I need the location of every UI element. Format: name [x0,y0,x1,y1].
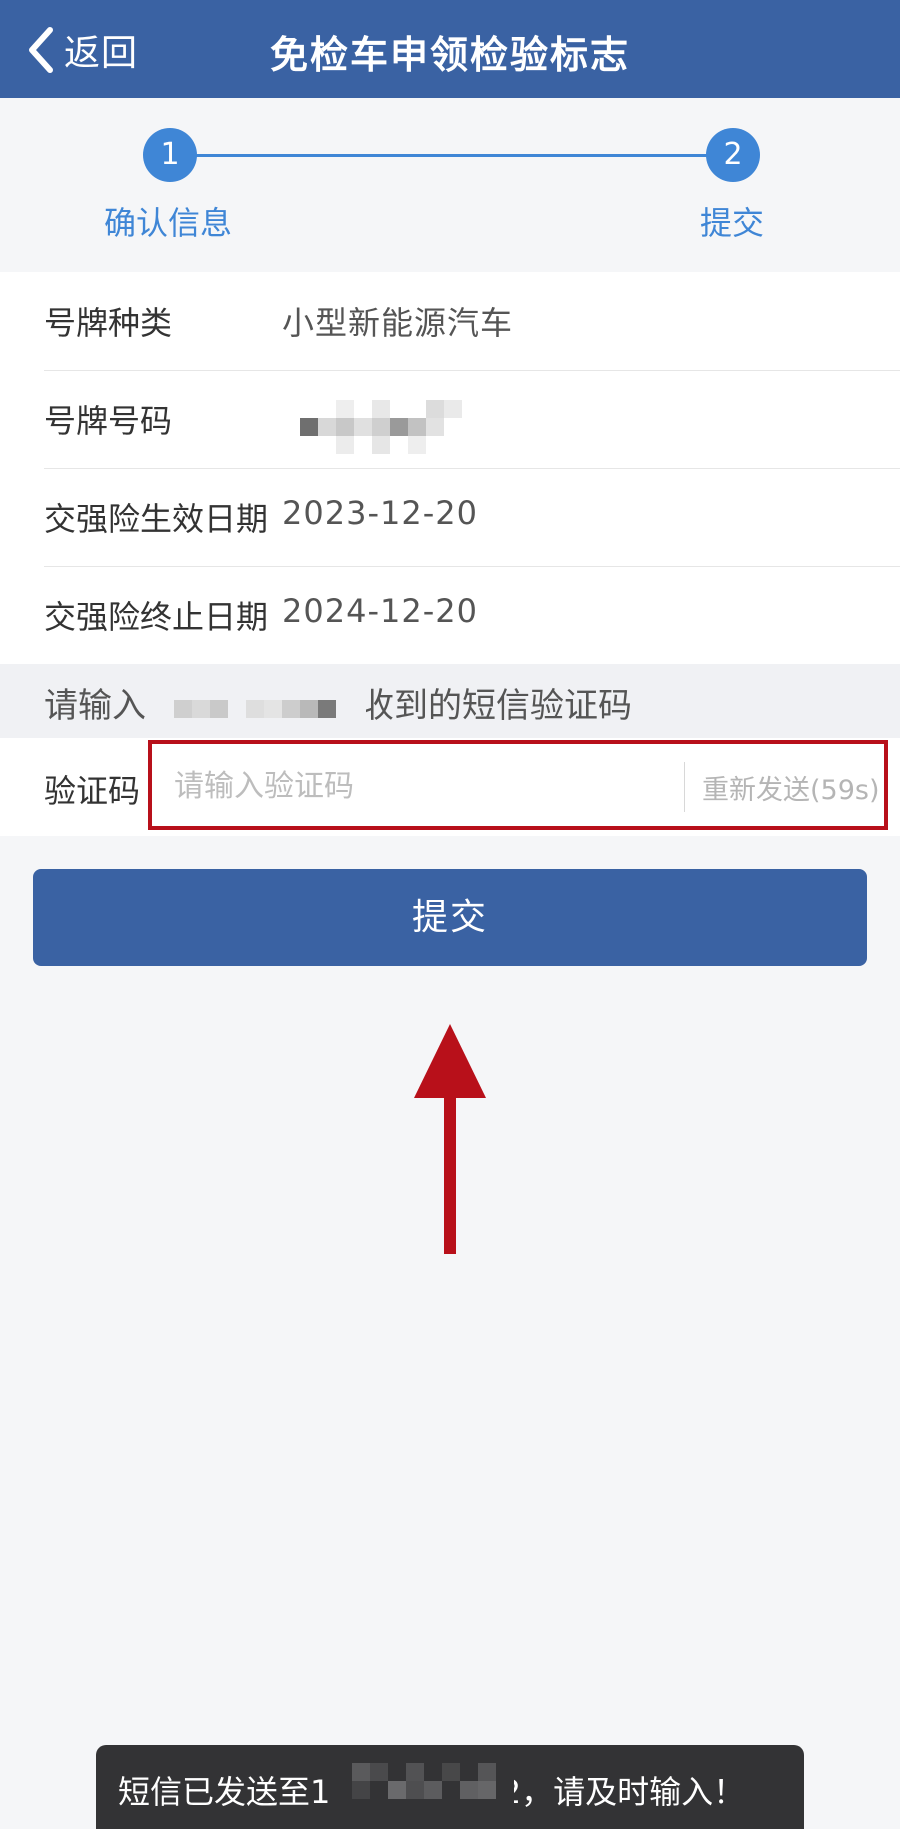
plate-type-value: 小型新能源汽车 [282,304,514,342]
phone-redaction-mosaic [152,664,366,738]
toast-phone-redaction-mosaic [344,1759,514,1815]
sms-hint-suffix: 收到的短信验证码 [360,686,632,726]
red-arrow-up-icon [414,1024,486,1254]
verification-code-row: 验证码 重新发送(59s) [0,738,900,836]
info-row-insurance-end: 交强险终止日期 2024-12-20 [0,566,900,664]
toast-suffix: 82，请及时输入！ [480,1773,746,1811]
navigation-bar: 返回 免检车申领检验标志 [0,0,900,98]
resend-code-button[interactable]: 重新发送(59s) [702,768,880,807]
insurance-end-label: 交强险终止日期 [44,598,269,636]
input-divider [684,762,685,812]
verification-code-input[interactable] [172,758,646,814]
sms-sent-toast: 短信已发送至1 82，请及时输入！ [96,1745,804,1829]
step-2-label: 提交 [700,204,765,242]
step-1-circle: 1 [143,128,197,182]
step-connector-line [170,154,734,157]
step-2-circle: 2 [706,128,760,182]
step-1-label: 确认信息 [104,204,233,242]
plate-number-label: 号牌号码 [44,402,173,440]
toast-prefix: 短信已发送至1 [118,1773,331,1811]
insurance-end-value: 2024-12-20 [282,592,478,630]
info-row-plate-number: 号牌号码 [0,370,900,468]
plate-type-label: 号牌种类 [44,304,173,342]
info-row-plate-type: 号牌种类 小型新能源汽车 [0,272,900,370]
info-row-insurance-start: 交强险生效日期 2023-12-20 [0,468,900,566]
verification-code-label: 验证码 [44,772,141,810]
submit-button[interactable]: 提交 [33,869,867,966]
vehicle-info-list: 号牌种类 小型新能源汽车 号牌号码 交强险生效日期 2023-12-20 交强险… [0,272,900,664]
verification-highlight-box: 重新发送(59s) [148,740,888,830]
insurance-start-label: 交强险生效日期 [44,500,269,538]
sms-hint-bar: 请输入 收到的短信验证码 [0,664,900,738]
plate-number-redaction-mosaic [300,400,470,454]
insurance-start-value: 2023-12-20 [282,494,478,532]
sms-hint-prefix: 请输入 [44,686,146,726]
progress-stepper: 1 2 确认信息 提交 [0,98,900,272]
page-title: 免检车申领检验标志 [269,33,630,77]
